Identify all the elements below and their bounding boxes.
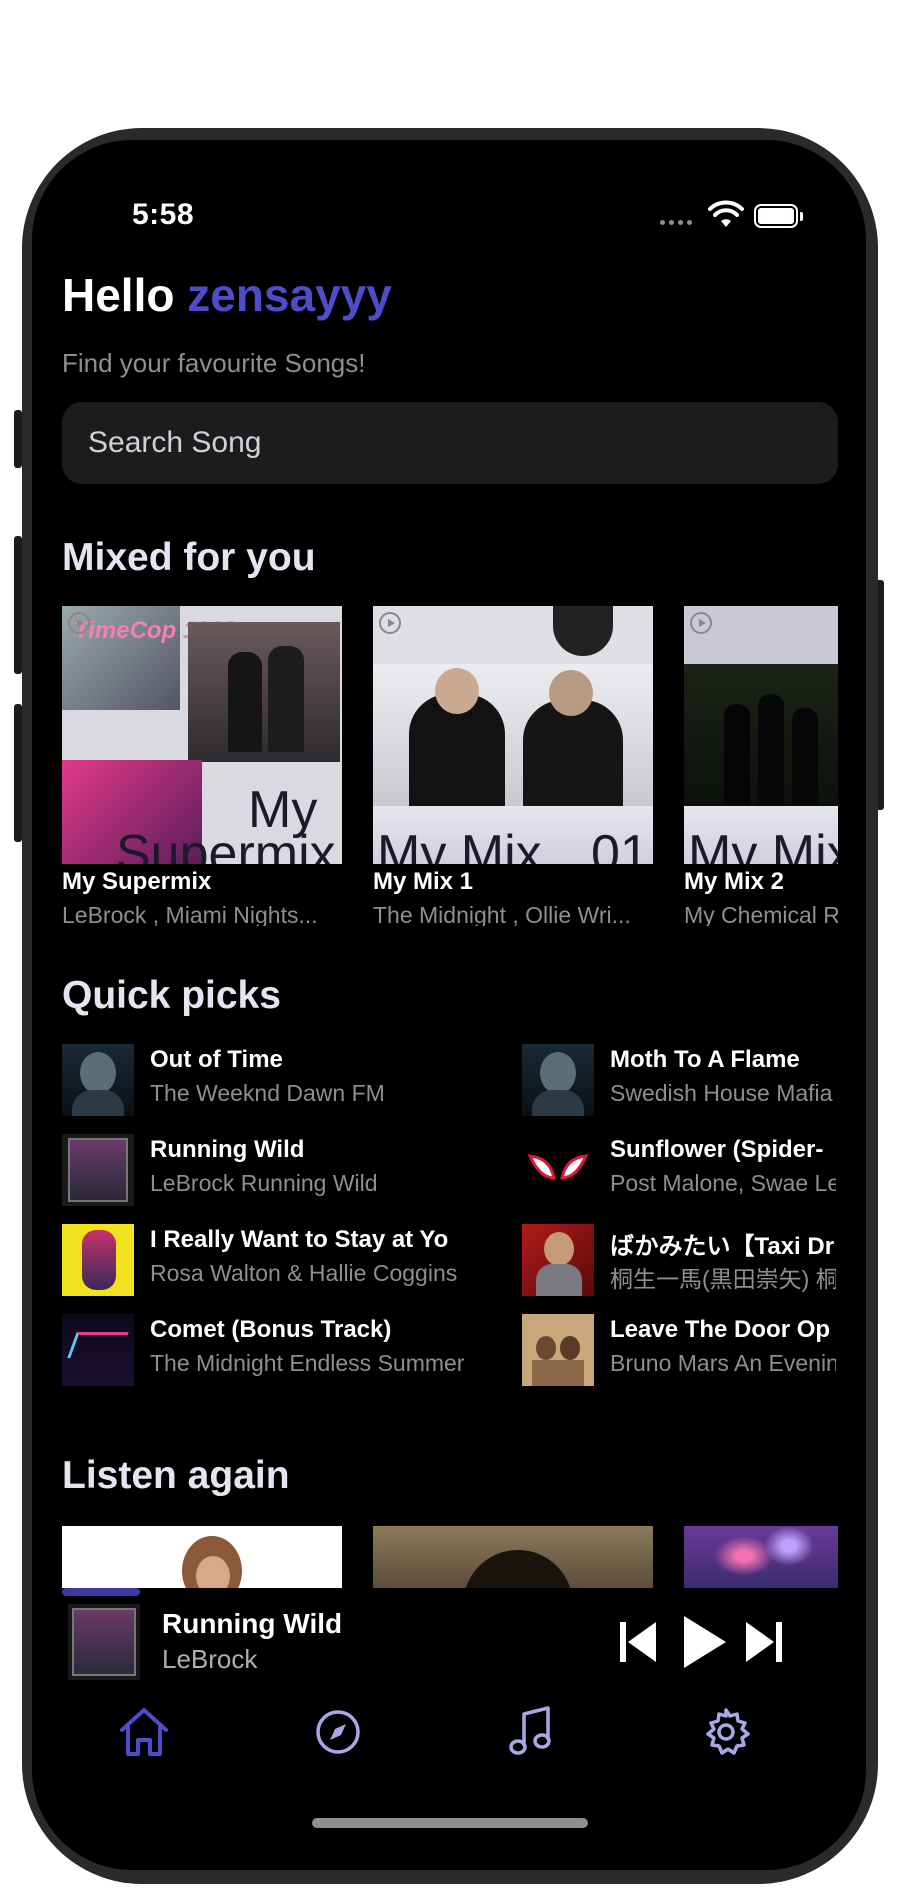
- album-art-photo: [373, 664, 653, 806]
- volume-up-button: [14, 536, 22, 674]
- gear-icon[interactable]: [696, 1702, 756, 1762]
- cover-text: My Mix: [377, 825, 542, 864]
- quick-pick-item[interactable]: ばかみたい【Taxi Dr 桐生一馬(黒田崇矢) 桐: [522, 1224, 866, 1298]
- battery-icon: [754, 204, 798, 228]
- song-title: Sunflower (Spider-: [610, 1136, 824, 1163]
- quick-pick-item[interactable]: Sunflower (Spider- Post Malone, Swae Lee: [522, 1134, 866, 1208]
- quick-pick-item[interactable]: Leave The Door Op Bruno Mars An Evening: [522, 1314, 866, 1388]
- volume-down-button: [14, 704, 22, 842]
- spider-mask-icon: [527, 1154, 589, 1180]
- play-badge-icon: [68, 612, 90, 634]
- quick-pick-item[interactable]: Moth To A Flame Swedish House Mafia: [522, 1044, 866, 1118]
- mini-player[interactable]: Running Wild LeBrock: [32, 1588, 866, 1698]
- song-thumbnail: [62, 1224, 134, 1296]
- quick-pick-item[interactable]: I Really Want to Stay at Yo Rosa Walton …: [62, 1224, 466, 1298]
- listen-again-card[interactable]: [684, 1526, 838, 1592]
- search-input[interactable]: [88, 402, 808, 484]
- song-artist: The Midnight Endless Summer: [150, 1350, 465, 1376]
- quick-pick-item[interactable]: Out of Time The Weeknd Dawn FM: [62, 1044, 466, 1118]
- section-title-quick-picks: Quick picks: [62, 974, 281, 1017]
- play-badge-icon: [379, 612, 401, 634]
- tab-bar: [32, 1702, 866, 1812]
- section-title-mixed: Mixed for you: [62, 536, 316, 579]
- song-thumbnail: [522, 1314, 594, 1386]
- song-thumbnail: [522, 1134, 594, 1206]
- mix-title: My Mix 2: [684, 868, 785, 895]
- mix-card[interactable]: My Mix My Mix 2 My Chemical Romance: [684, 606, 838, 926]
- greeting-subtitle: Find your favourite Songs!: [62, 348, 366, 378]
- now-playing-artist: LeBrock: [162, 1644, 258, 1674]
- app-screen: 5:58 Hello zensayyy Find your favourite …: [32, 140, 866, 1870]
- listen-again-card[interactable]: [373, 1526, 653, 1592]
- now-playing-title: Running Wild: [162, 1608, 343, 1639]
- song-artist: Rosa Walton & Hallie Coggins: [150, 1260, 458, 1286]
- status-time: 5:58: [132, 198, 195, 231]
- mix-card[interactable]: My Mix 01 My Mix 1 The Midnight , Ollie …: [373, 606, 653, 926]
- music-note-icon[interactable]: [502, 1702, 562, 1762]
- mix-subtitle: My Chemical Romance: [684, 902, 838, 926]
- status-icons: [660, 200, 830, 234]
- mix-carousel[interactable]: TimeCop 1983 My Supermix My Supermix LeB…: [62, 606, 838, 926]
- song-title: Moth To A Flame: [610, 1046, 800, 1073]
- album-art-tile: [188, 622, 340, 762]
- song-thumbnail: [522, 1044, 594, 1116]
- mix-cover-art: My Mix: [684, 606, 838, 864]
- song-artist: Bruno Mars An Evening: [610, 1350, 836, 1376]
- song-title: ばかみたい【Taxi Dr: [610, 1233, 835, 1260]
- song-title: I Really Want to Stay at Yo: [150, 1226, 449, 1253]
- battery-cap: [800, 212, 803, 221]
- song-artist: Swedish House Mafia: [610, 1080, 833, 1106]
- wifi-icon: [708, 200, 744, 227]
- search-bar[interactable]: [62, 402, 838, 484]
- song-thumbnail: [62, 1314, 134, 1386]
- song-title: Comet (Bonus Track): [150, 1316, 392, 1343]
- album-art-tile: [553, 606, 613, 656]
- mute-switch: [14, 410, 22, 468]
- play-badge-icon: [690, 612, 712, 634]
- mix-subtitle: LeBrock , Miami Nights...: [62, 902, 318, 926]
- now-playing-thumbnail: [68, 1604, 140, 1680]
- home-icon[interactable]: [114, 1702, 174, 1762]
- song-title: Running Wild: [150, 1136, 305, 1163]
- cover-text: My Mix: [688, 825, 838, 864]
- cover-text: 01: [591, 825, 649, 864]
- mix-title: My Mix 1: [373, 868, 474, 895]
- greeting-title: Hello zensayyy: [62, 268, 392, 322]
- cellular-signal-icon: [660, 220, 692, 225]
- playback-progress-bar[interactable]: [62, 1588, 140, 1596]
- song-artist: Post Malone, Swae Lee: [610, 1170, 836, 1196]
- username: zensayyy: [187, 269, 392, 321]
- compass-icon[interactable]: [308, 1702, 368, 1762]
- song-thumbnail: [62, 1044, 134, 1116]
- quick-pick-item[interactable]: Comet (Bonus Track) The Midnight Endless…: [62, 1314, 466, 1388]
- section-title-listen-again: Listen again: [62, 1454, 290, 1497]
- song-title: Out of Time: [150, 1046, 283, 1073]
- skip-forward-icon[interactable]: [744, 1616, 784, 1668]
- quick-pick-item[interactable]: Running Wild LeBrock Running Wild: [62, 1134, 466, 1208]
- song-thumbnail: [62, 1134, 134, 1206]
- listen-again-carousel[interactable]: [62, 1526, 838, 1592]
- song-title: Leave The Door Op: [610, 1316, 831, 1343]
- listen-again-card[interactable]: [62, 1526, 342, 1592]
- mix-cover-art: My Mix 01: [373, 606, 653, 864]
- mix-subtitle: The Midnight , Ollie Wri...: [373, 902, 631, 926]
- song-artist: The Weeknd Dawn FM: [150, 1080, 385, 1106]
- song-artist: LeBrock Running Wild: [150, 1170, 378, 1196]
- play-icon[interactable]: [680, 1612, 730, 1672]
- mix-cover-art: TimeCop 1983 My Supermix: [62, 606, 342, 864]
- song-thumbnail: [522, 1224, 594, 1296]
- song-artist: 桐生一馬(黒田崇矢) 桐: [610, 1266, 836, 1292]
- mix-card[interactable]: TimeCop 1983 My Supermix My Supermix LeB…: [62, 606, 342, 926]
- greeting-text: Hello: [62, 269, 175, 321]
- album-art-photo: [684, 664, 838, 806]
- home-indicator: [312, 1818, 588, 1828]
- skip-back-icon[interactable]: [618, 1616, 658, 1668]
- mix-title: My Supermix: [62, 868, 212, 895]
- cover-text: Supermix: [116, 825, 336, 864]
